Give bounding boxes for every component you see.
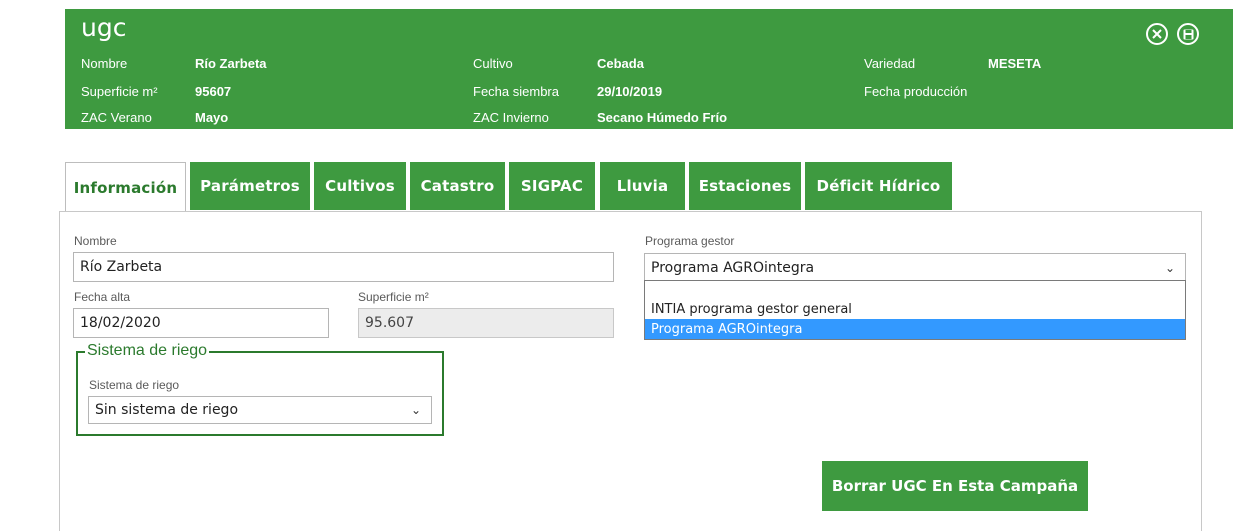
header-cultivo-value: Cebada [597, 56, 644, 71]
ugc-header: ugc Nombre Río Zarbeta Superficie m² 956… [65, 9, 1233, 129]
tab-catastro[interactable]: Catastro [410, 162, 505, 210]
delete-ugc-button[interactable]: Borrar UGC En Esta Campaña [822, 461, 1088, 511]
close-glyph [1152, 29, 1162, 39]
programa-gestor-label: Programa gestor [645, 234, 735, 248]
programa-gestor-options: INTIA programa gestor general Programa A… [644, 280, 1186, 340]
nombre-input[interactable]: Río Zarbeta [73, 252, 614, 282]
chevron-down-icon: ⌄ [410, 403, 421, 417]
sistema-riego-value: Sin sistema de riego [95, 402, 239, 418]
header-variedad-label: Variedad [864, 56, 916, 71]
superficie-input: 95.607 [358, 308, 614, 338]
tab-deficit-hidrico[interactable]: Déficit Hídrico [805, 162, 952, 210]
fecha-alta-label: Fecha alta [74, 290, 131, 304]
save-icon[interactable] [1177, 23, 1199, 45]
tab-informacion[interactable]: Información [65, 162, 186, 212]
tab-estaciones[interactable]: Estaciones [689, 162, 801, 210]
header-superficie-value: 95607 [195, 84, 232, 99]
option-intia-programa-gestor-general[interactable]: INTIA programa gestor general [645, 299, 1185, 319]
header-title: ugc [81, 13, 127, 42]
programa-gestor-value: Programa AGROintegra [651, 260, 815, 276]
header-zac-verano-value: Mayo [195, 110, 229, 125]
sistema-riego-label: Sistema de riego [89, 378, 180, 392]
option-programa-agrointegra[interactable]: Programa AGROintegra [645, 319, 1185, 339]
header-nombre-value: Río Zarbeta [195, 56, 267, 71]
tab-lluvia[interactable]: Lluvia [600, 162, 685, 210]
header-variedad-value: MESETA [988, 56, 1042, 71]
header-fecha-siembra-label: Fecha siembra [473, 84, 559, 99]
header-zac-invierno-value: Secano Húmedo Frío [597, 110, 728, 125]
fecha-alta-input[interactable]: 18/02/2020 [73, 308, 329, 338]
tab-sigpac[interactable]: SIGPAC [509, 162, 595, 210]
sistema-riego-legend: Sistema de riego [85, 342, 210, 360]
chevron-down-icon: ⌄ [1164, 261, 1175, 275]
header-nombre-label: Nombre [81, 56, 128, 71]
floppy-glyph [1183, 29, 1193, 39]
sistema-riego-select[interactable]: Sin sistema de riego ⌄ [88, 396, 432, 424]
header-cultivo-label: Cultivo [473, 56, 513, 71]
header-zac-verano-label: ZAC Verano [81, 110, 152, 125]
header-fecha-siembra-value: 29/10/2019 [597, 84, 663, 99]
header-superficie-label: Superficie m² [81, 84, 158, 99]
tab-cultivos[interactable]: Cultivos [314, 162, 406, 210]
programa-gestor-select[interactable]: Programa AGROintegra ⌄ [644, 253, 1186, 283]
tab-parametros[interactable]: Parámetros [190, 162, 310, 210]
header-fecha-produccion-label: Fecha producción [864, 84, 968, 99]
nombre-label: Nombre [74, 234, 117, 248]
close-icon[interactable] [1146, 23, 1168, 45]
superficie-label: Superficie m² [358, 290, 429, 304]
header-zac-invierno-label: ZAC Invierno [473, 110, 549, 125]
